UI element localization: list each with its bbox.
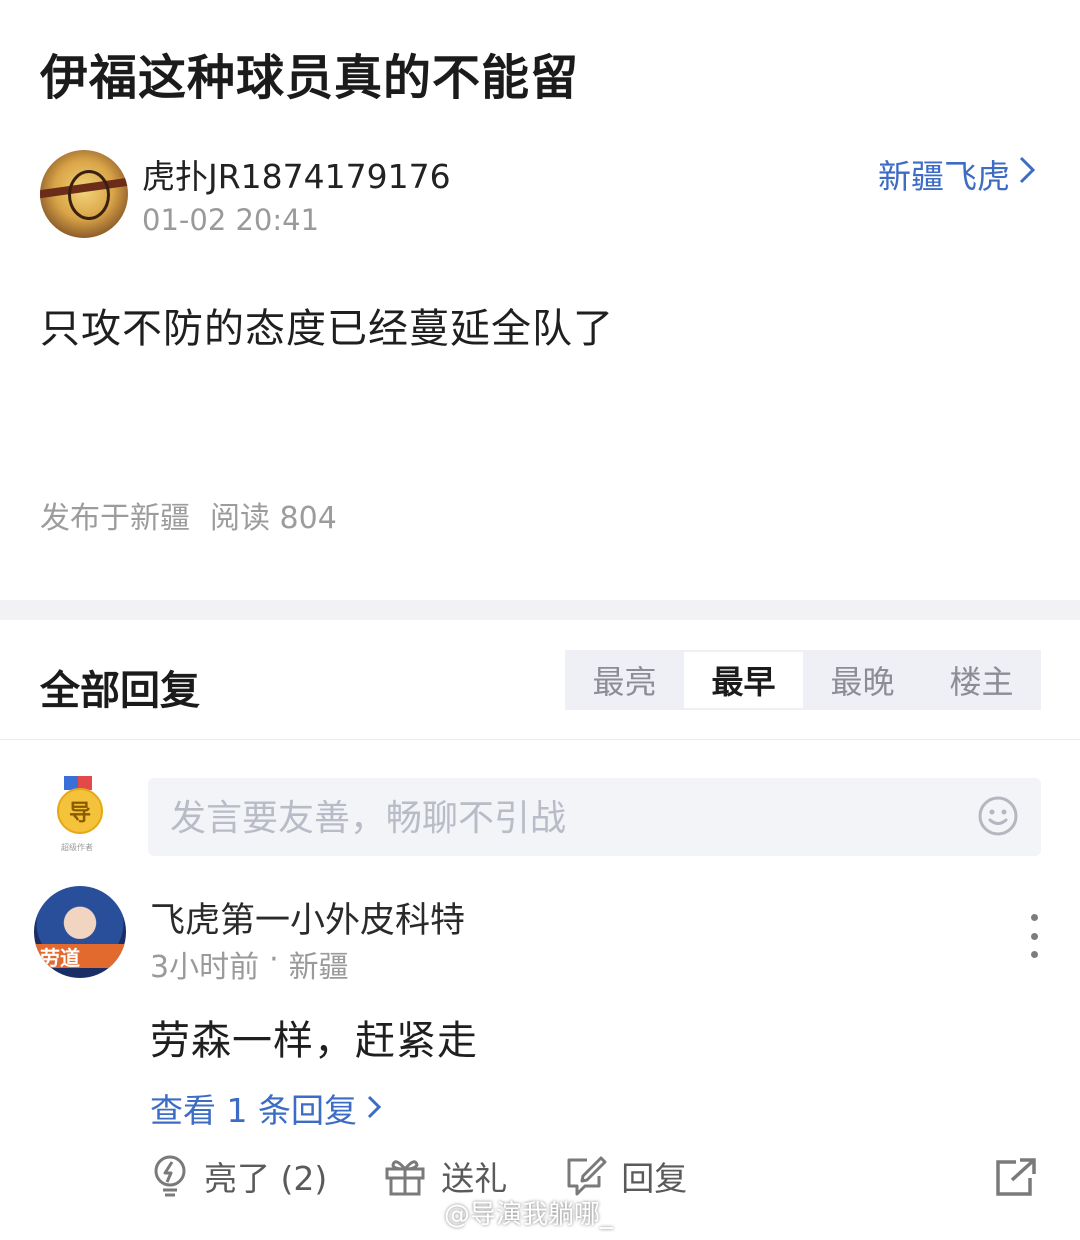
board-link[interactable]: 新疆飞虎 — [878, 150, 1036, 198]
chevron-right-icon — [1018, 154, 1036, 194]
published-location: 发布于新疆 — [40, 501, 190, 536]
gift-button[interactable]: 送礼 — [383, 1152, 507, 1200]
view-replies-label: 查看 1 条回复 — [150, 1091, 357, 1130]
user-badge[interactable]: 导 超级作者 — [52, 776, 103, 852]
medal-icon: 导 — [57, 788, 103, 834]
gift-label: 送礼 — [441, 1159, 508, 1198]
smiley-icon[interactable] — [977, 795, 1019, 837]
reply-label: 回复 — [621, 1159, 688, 1198]
watermark-text: @导演我躺哪_ — [444, 1200, 614, 1230]
lightbulb-icon — [154, 1155, 186, 1197]
gift-icon — [385, 1160, 425, 1196]
watermark: @导演我躺哪_ — [408, 1194, 613, 1231]
comment-meta: 3小时前 · 新疆 — [150, 942, 349, 986]
reply-input-box[interactable] — [148, 778, 1041, 856]
reply-button[interactable]: 回复 — [563, 1152, 687, 1200]
avatar-banner-text: 劳道 — [40, 946, 80, 970]
like-button[interactable]: 亮了 (2) — [150, 1152, 327, 1200]
tab-earliest[interactable]: 最早 — [684, 652, 803, 708]
edit-icon — [567, 1156, 607, 1196]
chevron-right-icon — [367, 1089, 382, 1128]
comment-actions: 亮了 (2) 送礼 回复 — [150, 1152, 743, 1200]
weibo-icon — [408, 1197, 438, 1228]
reply-input[interactable] — [168, 790, 952, 846]
comment-text: 劳森一样，赶紧走 — [150, 1018, 478, 1064]
post-body: 只攻不防的态度已经蔓延全队了 — [40, 306, 614, 352]
badge-caption: 超级作者 — [61, 843, 93, 852]
commenter-name[interactable]: 飞虎第一小外皮科特 — [150, 892, 465, 943]
more-options-icon[interactable] — [1020, 914, 1048, 958]
divider — [0, 739, 1080, 740]
comment-time: 3小时前 — [150, 950, 260, 985]
read-count: 阅读 804 — [210, 501, 337, 536]
author-name[interactable]: 虎扑JR1874179176 — [142, 150, 451, 198]
avatar-face — [68, 170, 110, 220]
sort-tabs: 最亮 最早 最晚 楼主 — [565, 650, 1041, 710]
tab-latest[interactable]: 最晚 — [803, 650, 922, 710]
author-avatar[interactable] — [40, 150, 128, 238]
view-replies-link[interactable]: 查看 1 条回复 — [150, 1084, 382, 1132]
post-title: 伊福这种球员真的不能留 — [40, 50, 580, 106]
tab-hottest[interactable]: 最亮 — [565, 650, 684, 710]
section-divider — [0, 600, 1080, 620]
replies-heading: 全部回复 — [40, 668, 200, 714]
meta-separator: · — [269, 942, 279, 977]
commenter-avatar[interactable]: 劳道 — [34, 886, 126, 978]
like-label: 亮了 (2) — [204, 1159, 328, 1198]
share-icon[interactable] — [994, 1158, 1038, 1198]
post-timestamp: 01-02 20:41 — [142, 203, 320, 237]
tab-op-only[interactable]: 楼主 — [922, 650, 1041, 710]
comment-location: 新疆 — [288, 950, 349, 985]
board-link-label: 新疆飞虎 — [878, 157, 1010, 196]
post-meta: 发布于新疆 阅读 804 — [40, 493, 337, 537]
